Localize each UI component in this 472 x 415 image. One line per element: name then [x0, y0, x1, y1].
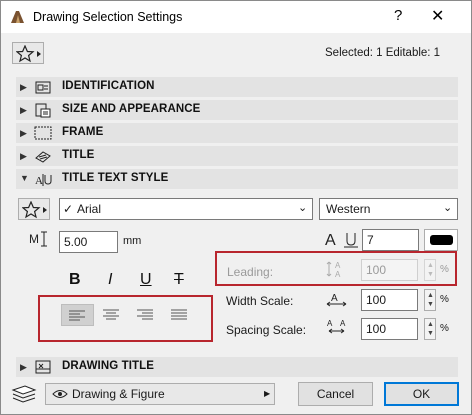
section-label: FRAME — [62, 126, 104, 138]
title-bar: Drawing Selection Settings ? ✕ — [1, 1, 471, 33]
text-size-unit: mm — [123, 235, 142, 247]
width-scale-label: Width Scale: — [226, 294, 294, 308]
section-label: SIZE AND APPEARANCE — [62, 103, 201, 115]
help-button[interactable]: ? — [394, 7, 402, 24]
selection-status: Selected: 1 Editable: 1 — [325, 47, 441, 59]
svg-text:A: A — [325, 232, 336, 249]
underline-button[interactable]: U — [140, 271, 152, 289]
spacing-scale-input[interactable]: 100 — [361, 318, 418, 340]
favorites-button[interactable] — [12, 42, 44, 64]
svg-text:A: A — [35, 175, 43, 187]
expand-arrow-icon: ▶ — [20, 128, 27, 138]
expand-arrow-icon: ▶ — [20, 105, 27, 115]
app-icon — [11, 11, 24, 23]
layer-name: Drawing & Figure — [72, 387, 165, 401]
close-button[interactable]: ✕ — [431, 6, 444, 26]
section-label: TITLE — [62, 149, 95, 161]
expand-arrow-icon: ▶ — [20, 151, 27, 161]
section-title[interactable]: ▶ TITLE — [16, 146, 458, 166]
expand-arrow-icon: ▶ — [20, 82, 27, 92]
section-identification[interactable]: ▶ IDENTIFICATION — [16, 77, 458, 97]
pen-color-button[interactable] — [424, 229, 458, 251]
section-label: IDENTIFICATION — [62, 80, 155, 92]
size-appearance-icon — [35, 103, 51, 118]
pen-color-swatch — [430, 235, 453, 245]
window-title: Drawing Selection Settings — [33, 10, 183, 24]
spin-down-icon[interactable]: ▼ — [427, 330, 434, 337]
dropdown-arrow-icon: ▶ — [264, 389, 271, 398]
svg-text:A: A — [327, 319, 333, 328]
width-scale-spinner[interactable]: ▲ ▼ — [424, 289, 436, 311]
spacing-scale-spinner[interactable]: ▲ ▼ — [424, 318, 436, 340]
spacing-scale-label: Spacing Scale: — [226, 323, 307, 337]
star-icon — [16, 45, 41, 63]
title-icon — [35, 151, 51, 163]
svg-text:A: A — [340, 319, 346, 328]
text-size-input[interactable]: 5.00 — [59, 231, 118, 253]
spacing-scale-unit: % — [440, 323, 449, 334]
pen-icon: A — [325, 232, 358, 249]
section-size-appearance[interactable]: ▶ SIZE AND APPEARANCE — [16, 100, 458, 120]
layers-icon — [11, 385, 37, 403]
spacing-scale-icon: A A — [327, 319, 346, 334]
collapse-arrow-icon: ▼ — [20, 173, 29, 183]
spin-up-icon[interactable]: ▲ — [427, 321, 434, 328]
dialog-window: Drawing Selection Settings ? ✕ Selected:… — [0, 0, 472, 415]
drawing-title-icon — [35, 360, 51, 374]
text-style-icon: A — [35, 174, 52, 187]
section-drawing-title[interactable]: ▶ DRAWING TITLE — [16, 357, 458, 377]
spin-down-icon[interactable]: ▼ — [427, 301, 434, 308]
section-label: TITLE TEXT STYLE — [62, 172, 169, 184]
bold-button[interactable]: B — [69, 271, 81, 289]
pen-number-value: 7 — [367, 233, 374, 247]
font-name: Arial — [77, 202, 102, 216]
layer-select[interactable]: Drawing & Figure ▶ — [45, 383, 275, 405]
star-icon — [22, 201, 47, 219]
cancel-button[interactable]: Cancel — [298, 382, 373, 406]
leading-highlight — [215, 251, 457, 286]
width-scale-input[interactable]: 100 — [361, 289, 418, 311]
pen-number-input[interactable]: 7 — [362, 229, 419, 251]
chevron-down-icon: ⌄ — [443, 202, 453, 214]
check-icon: ✓ — [63, 202, 74, 216]
alignment-highlight — [38, 295, 213, 342]
identification-icon — [35, 81, 51, 94]
frame-icon — [34, 126, 52, 140]
expand-arrow-icon: ▶ — [20, 362, 27, 372]
spin-up-icon[interactable]: ▲ — [427, 292, 434, 299]
section-title-text-style[interactable]: ▼ A TITLE TEXT STYLE — [16, 169, 458, 189]
text-size-value: 5.00 — [64, 235, 88, 249]
italic-button[interactable]: I — [108, 271, 112, 289]
eye-icon — [52, 390, 68, 398]
width-scale-icon: A — [326, 293, 347, 307]
width-scale-value: 100 — [366, 293, 387, 307]
ok-button[interactable]: OK — [384, 382, 459, 406]
svg-text:M: M — [29, 232, 39, 246]
script-select[interactable]: Western ⌄ — [319, 198, 458, 220]
script-name: Western — [326, 202, 371, 216]
svg-text:A: A — [331, 293, 338, 304]
spacing-scale-value: 100 — [366, 322, 387, 336]
section-label: DRAWING TITLE — [62, 360, 155, 372]
section-frame[interactable]: ▶ FRAME — [16, 123, 458, 143]
strikethrough-button[interactable]: T — [174, 271, 184, 289]
font-select[interactable]: ✓ Arial ⌄ — [59, 198, 313, 220]
style-favorites-button[interactable] — [18, 198, 50, 220]
width-scale-unit: % — [440, 294, 449, 305]
text-size-icon: M — [29, 231, 47, 247]
chevron-down-icon: ⌄ — [298, 202, 308, 214]
